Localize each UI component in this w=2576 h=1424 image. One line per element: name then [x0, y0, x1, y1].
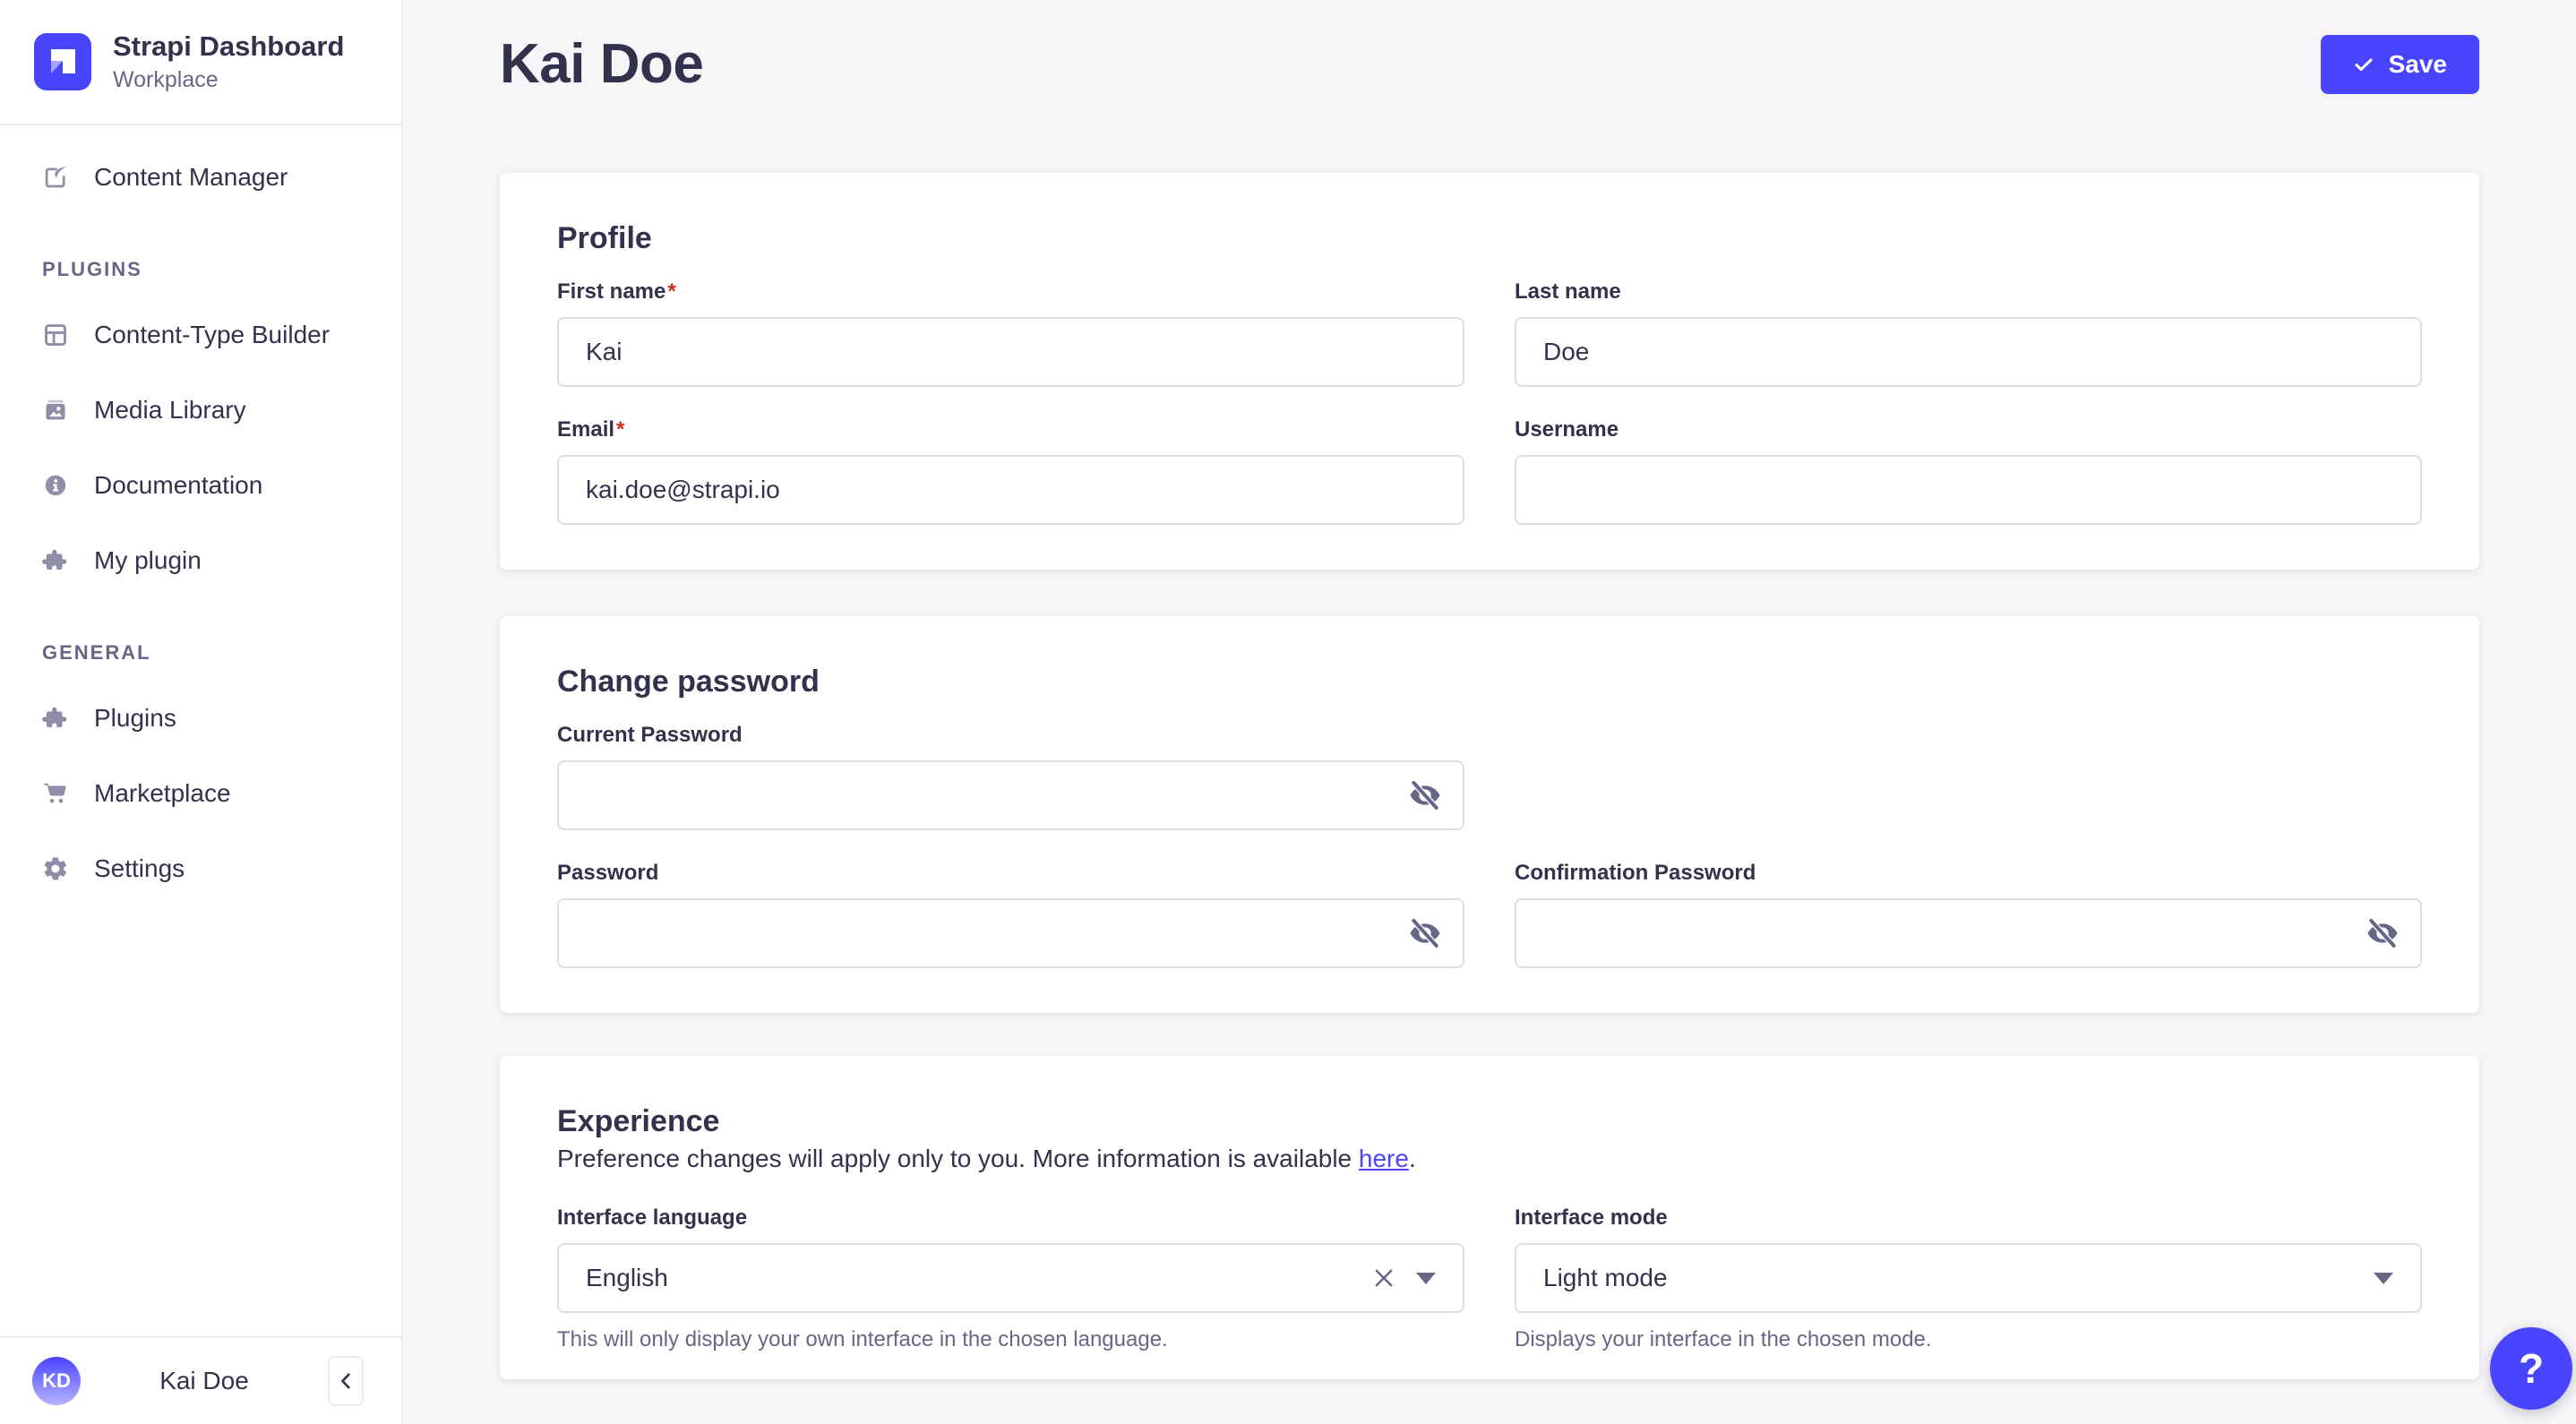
sidebar-section-general: GENERAL: [42, 641, 151, 664]
toggle-confirm-password-visibility-button[interactable]: [2357, 908, 2408, 958]
first-name-input[interactable]: [557, 317, 1464, 387]
toggle-current-password-visibility-button[interactable]: [1400, 770, 1450, 820]
sidebar-item-content-type-builder[interactable]: Content-Type Builder: [21, 301, 380, 369]
sidebar-item-label: Content Manager: [94, 163, 288, 191]
page-title: Kai Doe: [500, 33, 704, 95]
documentation-icon: [42, 472, 69, 499]
first-name-label: First name*: [557, 279, 676, 304]
required-marker: *: [616, 417, 625, 442]
sidebar-item-marketplace[interactable]: Marketplace: [21, 759, 380, 828]
username-field-group: Username: [1515, 417, 2422, 525]
interface-mode-select[interactable]: Light mode: [1515, 1243, 2422, 1313]
current-password-input[interactable]: [557, 760, 1464, 830]
email-field-group: Email*: [557, 417, 1464, 525]
strapi-logo: [34, 33, 91, 90]
help-button[interactable]: ?: [2490, 1327, 2572, 1410]
sidebar-item-plugins[interactable]: Plugins: [21, 684, 380, 752]
content-area: Profile First name* Last name Email* Use…: [403, 173, 2576, 1379]
avatar[interactable]: KD: [32, 1357, 81, 1405]
change-password-heading: Change password: [557, 665, 820, 699]
required-marker: *: [667, 279, 676, 304]
workspace-titles: Strapi Dashboard Workplace: [113, 30, 344, 93]
cart-icon: [42, 780, 69, 807]
save-button-label: Save: [2388, 49, 2447, 78]
interface-mode-field-group: Interface mode Light mode Displays your …: [1515, 1205, 2422, 1352]
content-manager-icon: [42, 164, 69, 191]
sidebar-item-documentation[interactable]: Documentation: [21, 451, 380, 519]
eye-off-icon: [1410, 780, 1440, 811]
sidebar-item-media-library[interactable]: Media Library: [21, 376, 380, 444]
interface-language-label: Interface language: [557, 1205, 748, 1230]
strapi-logo-icon: [51, 49, 75, 73]
chevron-down-icon: [2374, 1272, 2393, 1284]
sidebar-item-label: Documentation: [94, 471, 263, 499]
check-icon: [2355, 58, 2373, 71]
puzzle-icon: [42, 547, 69, 574]
save-button[interactable]: Save: [2320, 34, 2479, 94]
sidebar-item-label: Settings: [94, 854, 185, 882]
media-library-icon: [42, 397, 69, 424]
main-content: Kai Doe Save Profile First name* Last na…: [403, 0, 2576, 1424]
workspace-name: Workplace: [113, 66, 219, 92]
sidebar-footer: KD Kai Doe: [0, 1336, 401, 1424]
sidebar-item-settings[interactable]: Settings: [21, 835, 380, 903]
content-type-builder-icon: [42, 322, 69, 348]
sidebar-item-label: Marketplace: [94, 779, 231, 807]
confirm-password-label: Confirmation Password: [1515, 861, 1756, 885]
sidebar-item-label: Content-Type Builder: [94, 321, 331, 348]
email-input[interactable]: [557, 455, 1464, 525]
confirm-password-field-group: Confirmation Password: [1515, 861, 2422, 968]
new-password-input[interactable]: [557, 898, 1464, 968]
chevron-down-icon: [1416, 1272, 1436, 1284]
sidebar-menu: Content Manager PLUGINS Content-Type Bui…: [0, 125, 401, 903]
username-input[interactable]: [1515, 455, 2422, 525]
new-password-label: Password: [557, 861, 659, 885]
profile-heading: Profile: [557, 221, 652, 255]
interface-mode-label: Interface mode: [1515, 1205, 1668, 1230]
clear-x-icon: [1375, 1269, 1393, 1287]
interface-language-field-group: Interface language English This will onl…: [557, 1205, 1464, 1352]
sidebar: Strapi Dashboard Workplace Content Manag…: [0, 0, 403, 1424]
username-label: Username: [1515, 417, 1619, 442]
eye-off-icon: [1410, 918, 1440, 948]
puzzle-icon: [42, 705, 69, 732]
change-password-card: Change password Current Password Passwor…: [500, 616, 2479, 1013]
profile-card: Profile First name* Last name Email* Use…: [500, 173, 2479, 570]
interface-mode-hint: Displays your interface in the chosen mo…: [1515, 1327, 1932, 1351]
sidebar-item-content-manager[interactable]: Content Manager: [21, 143, 380, 211]
experience-more-info-link[interactable]: here: [1359, 1145, 1409, 1172]
sidebar-item-label: Plugins: [94, 704, 176, 732]
experience-card: Experience Preference changes will apply…: [500, 1056, 2479, 1379]
sidebar-item-label: My plugin: [94, 546, 202, 574]
interface-language-hint: This will only display your own interfac…: [557, 1327, 1168, 1351]
clear-language-button[interactable]: [1366, 1260, 1402, 1296]
last-name-field-group: Last name: [1515, 279, 2422, 387]
last-name-label: Last name: [1515, 279, 1621, 304]
workspace-header[interactable]: Strapi Dashboard Workplace: [0, 0, 401, 125]
first-name-field-group: First name*: [557, 279, 1464, 387]
new-password-field-group: Password: [557, 861, 1464, 968]
page-header: Kai Doe Save: [403, 0, 2576, 96]
experience-heading: Experience: [557, 1104, 720, 1138]
sidebar-collapse-button[interactable]: [328, 1356, 364, 1406]
last-name-input[interactable]: [1515, 317, 2422, 387]
app-title: Strapi Dashboard: [113, 30, 345, 63]
email-label: Email*: [557, 417, 625, 442]
sidebar-item-my-plugin[interactable]: My plugin: [21, 527, 380, 595]
sidebar-item-label: Media Library: [94, 396, 246, 424]
interface-language-select[interactable]: English: [557, 1243, 1464, 1313]
current-password-label: Current Password: [557, 723, 743, 747]
interface-language-value: English: [586, 1264, 668, 1291]
gear-icon: [42, 855, 69, 882]
footer-user-name: Kai Doe: [159, 1367, 249, 1394]
eye-off-icon: [2367, 918, 2398, 948]
interface-mode-value: Light mode: [1543, 1264, 1668, 1291]
toggle-new-password-visibility-button[interactable]: [1400, 908, 1450, 958]
current-password-field-group: Current Password: [557, 723, 1464, 830]
confirm-password-input[interactable]: [1515, 898, 2422, 968]
sidebar-section-plugins: PLUGINS: [42, 258, 142, 280]
experience-description: Preference changes will apply only to yo…: [557, 1145, 1416, 1172]
chevron-left-icon: [341, 1373, 350, 1389]
